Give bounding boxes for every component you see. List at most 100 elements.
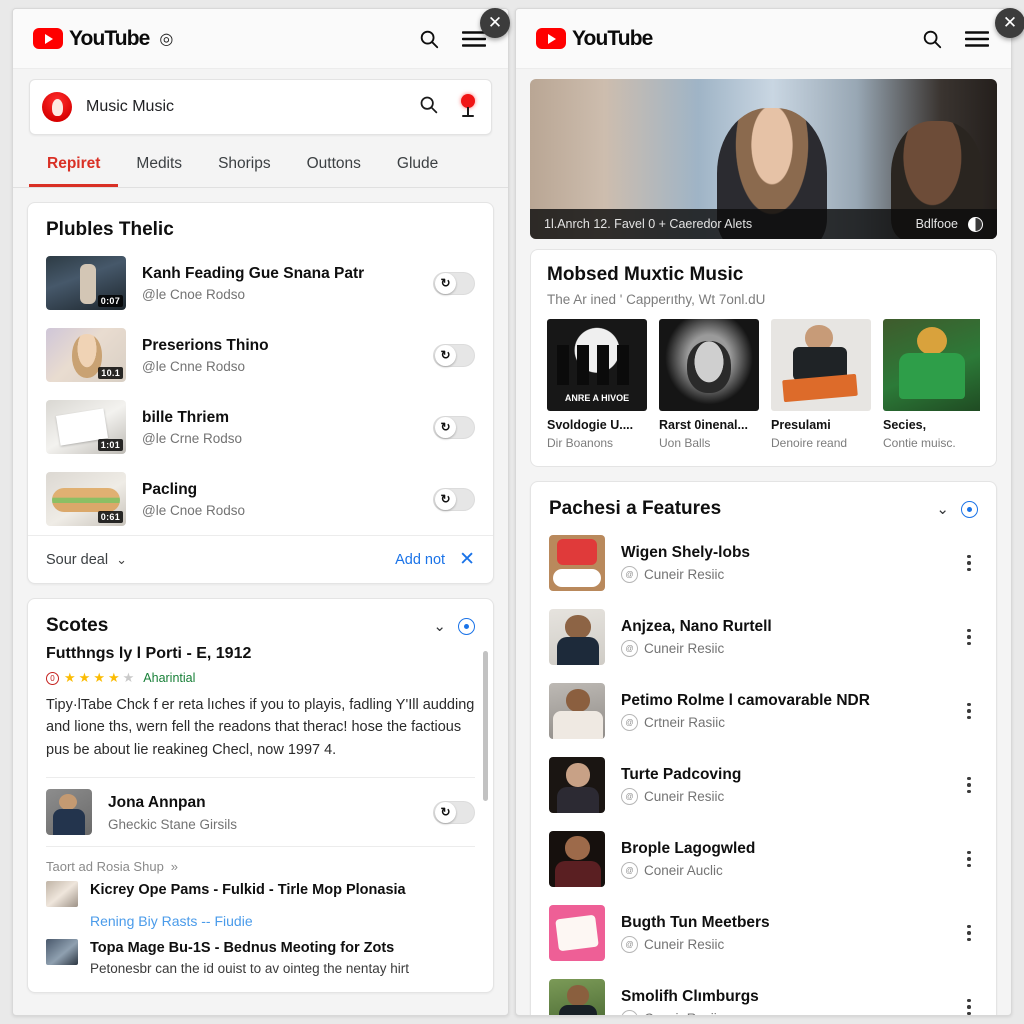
list-item[interactable]: Turte Padcoving @ Cuneir Resiic [531, 748, 996, 822]
search-icon[interactable] [921, 28, 943, 50]
tab-outtons[interactable]: Outtons [289, 149, 379, 187]
list-item-text: bille Thriem @le Crne Rodso [142, 408, 433, 446]
music-item[interactable]: Secies, Contie muisc. [883, 319, 980, 450]
ad-link[interactable]: Rening Biy Rasts -- Fiudie [90, 913, 475, 929]
loop-toggle[interactable] [433, 415, 475, 439]
list-item[interactable]: Jona Annpan Gheckic Stane Girsils [28, 780, 493, 844]
double-chevron-right-icon[interactable]: » [171, 859, 178, 874]
more-options-icon[interactable] [960, 554, 978, 572]
review-title: Futthngs ly l Porti - E, 1912 [46, 645, 252, 662]
info-icon[interactable] [961, 500, 978, 518]
more-options-icon[interactable] [960, 850, 978, 868]
loop-toggle[interactable] [433, 800, 475, 824]
music-carousel[interactable]: ANRE A HIVOE Svoldogie U.... Dir Boanons… [547, 319, 980, 450]
ad-title[interactable]: Kicrey Ope Pams - Fulkid - Tirle Mop Plo… [90, 881, 406, 907]
list-item[interactable]: Smolifh Clımburgs @ Cunsir Resiic [531, 970, 996, 1015]
chevron-down-icon[interactable]: ⌄ [116, 552, 127, 568]
music-item[interactable]: ANRE A HIVOE Svoldogie U.... Dir Boanons [547, 319, 647, 450]
list-item-text: Turte Padcoving @ Cuneir Resiic [621, 765, 960, 806]
compass-icon[interactable]: ◎ [159, 29, 173, 49]
tab-repiret[interactable]: Repiret [29, 149, 119, 187]
search-query-text[interactable]: Music Music [86, 98, 410, 116]
list-item-subtitle: Cuneir Resiic [644, 567, 725, 583]
list-item[interactable]: 0:61 Pacling @le Cnoe Rodso [28, 463, 493, 535]
more-options-icon[interactable] [960, 628, 978, 646]
list-item-title: Smolifh Clımburgs [621, 987, 759, 1005]
star-icon: ★ [107, 670, 120, 685]
album-thumbnail[interactable]: ANRE A HIVOE [547, 319, 647, 411]
more-options-icon[interactable] [960, 702, 978, 720]
loop-toggle[interactable] [433, 487, 475, 511]
more-options-icon[interactable] [960, 998, 978, 1015]
list-item-subtitle-row: @ Crtneir Rasiic [621, 714, 960, 732]
ad-title[interactable]: Topa Mage Bu-1S - Bednus Meoting for Zot… [90, 939, 409, 958]
album-thumbnail[interactable] [659, 319, 759, 411]
account-avatar[interactable] [42, 92, 72, 122]
tab-shorips[interactable]: Shorips [200, 149, 289, 187]
chevron-down-icon[interactable]: ⌄ [936, 500, 949, 518]
list-item-text: Kanh Feading Gue Snana Patr @le Cnoe Rod… [142, 264, 433, 302]
ad-item[interactable]: Topa Mage Bu-1S - Bednus Meoting for Zot… [46, 939, 475, 976]
video-thumbnail[interactable]: 0:61 [46, 472, 126, 526]
channel-thumbnail[interactable] [549, 535, 605, 591]
video-thumbnail[interactable]: 0:07 [46, 256, 126, 310]
list-item-subtitle: Cuneir Resiic [644, 789, 725, 805]
channel-thumbnail[interactable] [549, 831, 605, 887]
list-item[interactable]: Wigen Shely-lobs @ Cuneir Resiic [531, 526, 996, 600]
channel-thumbnail[interactable] [549, 905, 605, 961]
mic-base [462, 115, 474, 117]
list-item[interactable]: 0:07 Kanh Feading Gue Snana Patr @le Cno… [28, 247, 493, 319]
ad-block: Taort ad Rosia Shup » Kicrey Ope Pams - … [28, 849, 493, 992]
search-input[interactable]: Music Music [29, 79, 492, 135]
youtube-logo[interactable]: YouTube [33, 27, 150, 51]
channel-thumbnail[interactable] [549, 979, 605, 1015]
music-item[interactable]: Presulami Denoire reand [771, 319, 871, 450]
add-note-link[interactable]: Add not [395, 552, 445, 568]
tab-glude[interactable]: Glude [379, 149, 456, 187]
search-submit-icon[interactable] [418, 94, 439, 120]
review-scrollbar[interactable] [483, 651, 488, 801]
video-thumbnail[interactable]: 1:01 [46, 400, 126, 454]
info-icon[interactable] [458, 617, 475, 635]
channel-thumbnail[interactable] [549, 757, 605, 813]
list-item[interactable]: Anjzea, Nano Rurtell @ Cuneir Resiic [531, 600, 996, 674]
list-item[interactable]: Bugth Tun Meetbers @ Cuneir Resiic [531, 896, 996, 970]
star-icon-empty: ★ [122, 670, 135, 685]
music-item[interactable]: Rarst 0inenal... Uon Balls [659, 319, 759, 450]
close-icon[interactable]: ✕ [459, 550, 475, 569]
channel-avatar-icon: @ [621, 1010, 638, 1015]
album-thumbnail[interactable] [771, 319, 871, 411]
loop-toggle[interactable] [433, 343, 475, 367]
sort-label[interactable]: Sour deal [46, 552, 108, 568]
microphone-icon[interactable] [459, 94, 477, 120]
close-left-panel-button[interactable]: ✕ [480, 8, 510, 38]
tab-medits[interactable]: Medits [118, 149, 200, 187]
ad-thumbnail[interactable] [46, 939, 78, 966]
author-thumbnail[interactable] [46, 789, 92, 836]
video-thumbnail[interactable]: 10.1 [46, 328, 126, 382]
right-panel: YouTube 1l.Anrch 12. Favel 0 + Caeredor … [515, 8, 1012, 1016]
album-thumbnail[interactable] [883, 319, 980, 411]
list-item[interactable]: Petimo Rolme l camovarable NDR @ Crtneir… [531, 674, 996, 748]
list-item-title: Turte Padcoving [621, 765, 742, 783]
list-item[interactable]: 10.1 Preserions Thino @le Cnne Rodso [28, 319, 493, 391]
chevron-down-icon[interactable]: ⌄ [433, 617, 446, 635]
contrast-half-icon[interactable] [968, 216, 983, 232]
more-options-icon[interactable] [960, 776, 978, 794]
video-player[interactable]: 1l.Anrch 12. Favel 0 + Caeredor Alets Bd… [530, 79, 997, 239]
hamburger-menu-icon[interactable] [965, 30, 989, 48]
more-options-icon[interactable] [960, 924, 978, 942]
loop-toggle[interactable] [433, 271, 475, 295]
close-right-panel-button[interactable]: ✕ [995, 8, 1024, 38]
search-icon[interactable] [418, 28, 440, 50]
ad-thumbnail[interactable] [46, 881, 78, 908]
channel-thumbnail[interactable] [549, 609, 605, 665]
review-body: Tipy·lTabe Chck f er reta lıches if you … [46, 697, 475, 758]
list-item[interactable]: Brople Lagogwled @ Coneir Auclic [531, 822, 996, 896]
youtube-logo[interactable]: YouTube [536, 27, 653, 51]
list-item-text: Bugth Tun Meetbers @ Cuneir Resiic [621, 913, 960, 954]
channel-thumbnail[interactable] [549, 683, 605, 739]
ad-item[interactable]: Kicrey Ope Pams - Fulkid - Tirle Mop Plo… [46, 881, 475, 908]
list-item-subtitle-row: @ Cuneir Resiic [621, 640, 960, 658]
list-item[interactable]: 1:01 bille Thriem @le Crne Rodso [28, 391, 493, 463]
